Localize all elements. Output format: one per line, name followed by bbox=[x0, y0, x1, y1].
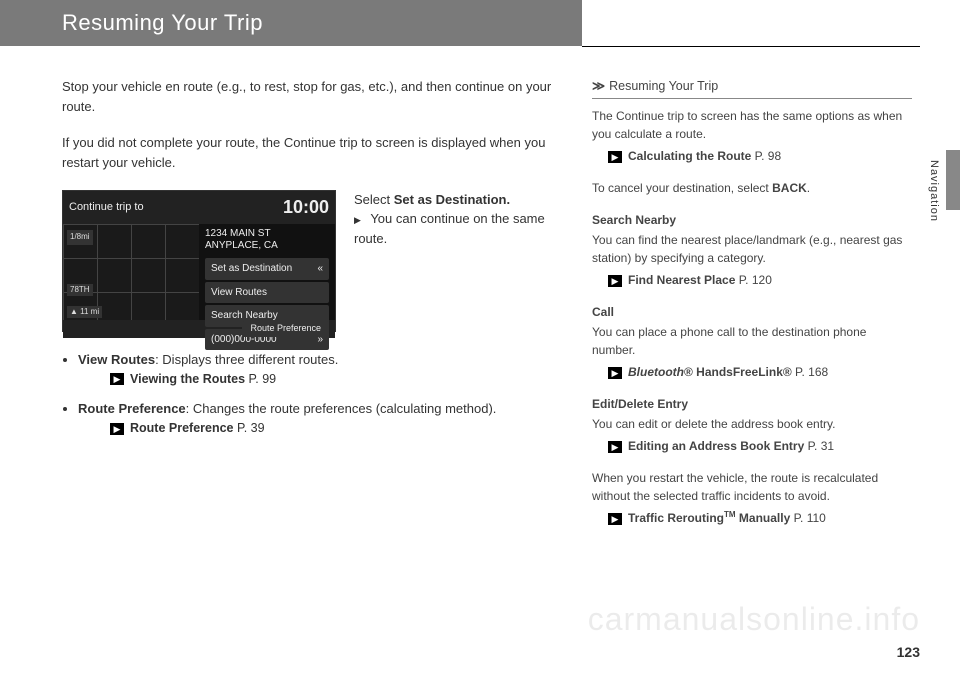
xref-editing-entry: Editing an Address Book Entry P. 31 bbox=[608, 437, 912, 455]
bullet-list: View Routes: Displays three different ro… bbox=[62, 350, 562, 439]
xref-icon bbox=[608, 273, 628, 287]
xref-icon bbox=[608, 439, 628, 453]
section-call-title: Call bbox=[592, 303, 912, 321]
screenshot-body: 1/8mi 78TH ▲ 11 mi 1234 MAIN ST ANYPLACE… bbox=[63, 224, 335, 320]
sidebar-column: Resuming Your Trip The Continue trip to … bbox=[592, 77, 912, 541]
page-number: 123 bbox=[897, 644, 920, 660]
edge-tab bbox=[946, 150, 960, 210]
xref-calculating-route: Calculating the Route P. 98 bbox=[608, 147, 912, 165]
section-label: Navigation bbox=[928, 160, 940, 222]
page-title-bar: Resuming Your Trip bbox=[0, 0, 582, 46]
xref-viewing-routes: Viewing the Routes P. 99 bbox=[110, 370, 562, 389]
sidebar-heading: Resuming Your Trip bbox=[592, 77, 912, 99]
route-preference-button: Route Preference bbox=[242, 321, 329, 337]
watermark: carmanualsonline.info bbox=[588, 601, 920, 638]
bullet-view-routes: View Routes: Displays three different ro… bbox=[78, 350, 562, 390]
side-para-1: The Continue trip to screen has the same… bbox=[592, 107, 912, 143]
xref-bluetooth: Bluetooth® HandsFreeLink® P. 168 bbox=[608, 363, 912, 381]
nav-screenshot: Continue trip to 10:00 1/8mi 78TH ▲ 11 m… bbox=[62, 190, 336, 332]
instruction-block: Select Set as Destination. You can conti… bbox=[354, 190, 562, 249]
section-call-body: You can place a phone call to the destin… bbox=[592, 323, 912, 359]
screenshot-menu: 1234 MAIN ST ANYPLACE, CA Set as Destina… bbox=[199, 224, 335, 320]
menu-set-destination: Set as Destination« bbox=[205, 258, 329, 280]
instruction-line1: Select Set as Destination. bbox=[354, 190, 562, 210]
instruction-line2: You can continue on the same route. bbox=[354, 209, 562, 248]
section-search-nearby-title: Search Nearby bbox=[592, 211, 912, 229]
map-compass: ▲ 11 mi bbox=[67, 306, 102, 318]
content-area: Stop your vehicle en route (e.g., to res… bbox=[0, 47, 960, 541]
xref-route-preference: Route Preference P. 39 bbox=[110, 419, 562, 438]
xref-icon bbox=[608, 365, 628, 379]
bullet-route-preference: Route Preference: Changes the route pref… bbox=[78, 399, 562, 439]
screenshot-top-label: Continue trip to bbox=[69, 199, 144, 216]
main-column: Stop your vehicle en route (e.g., to res… bbox=[62, 77, 562, 541]
addr-line1: 1234 MAIN ST bbox=[205, 228, 271, 239]
map-street-label: 78TH bbox=[67, 284, 93, 296]
xref-icon bbox=[110, 372, 130, 386]
chevron-up-icon: « bbox=[317, 261, 323, 277]
addr-line2: ANYPLACE, CA bbox=[205, 240, 278, 251]
figure-row: Continue trip to 10:00 1/8mi 78TH ▲ 11 m… bbox=[62, 190, 562, 332]
side-para-cancel: To cancel your destination, select BACK. bbox=[592, 179, 912, 197]
section-edit-delete-body: You can edit or delete the address book … bbox=[592, 415, 912, 433]
intro-paragraph-1: Stop your vehicle en route (e.g., to res… bbox=[62, 77, 562, 117]
map-scale: 1/8mi bbox=[67, 230, 93, 244]
xref-icon bbox=[110, 421, 130, 435]
side-para-restart: When you restart the vehicle, the route … bbox=[592, 469, 912, 505]
screenshot-address: 1234 MAIN ST ANYPLACE, CA bbox=[205, 228, 329, 252]
page-title: Resuming Your Trip bbox=[62, 10, 263, 35]
xref-find-nearest: Find Nearest Place P. 120 bbox=[608, 271, 912, 289]
menu-view-routes: View Routes bbox=[205, 282, 329, 304]
book-icon bbox=[592, 79, 609, 93]
xref-icon bbox=[608, 149, 628, 163]
screenshot-bottom: Route Preference bbox=[63, 320, 335, 338]
screenshot-map: 1/8mi 78TH ▲ 11 mi bbox=[63, 224, 199, 320]
screenshot-clock: 10:00 bbox=[283, 194, 329, 222]
xref-traffic-rerouting: Traffic ReroutingTM Manually P. 110 bbox=[608, 509, 912, 527]
screenshot-topbar: Continue trip to 10:00 bbox=[63, 191, 335, 225]
intro-paragraph-2: If you did not complete your route, the … bbox=[62, 133, 562, 173]
section-edit-delete-title: Edit/Delete Entry bbox=[592, 395, 912, 413]
section-search-nearby-body: You can find the nearest place/landmark … bbox=[592, 231, 912, 267]
xref-icon bbox=[608, 511, 628, 525]
